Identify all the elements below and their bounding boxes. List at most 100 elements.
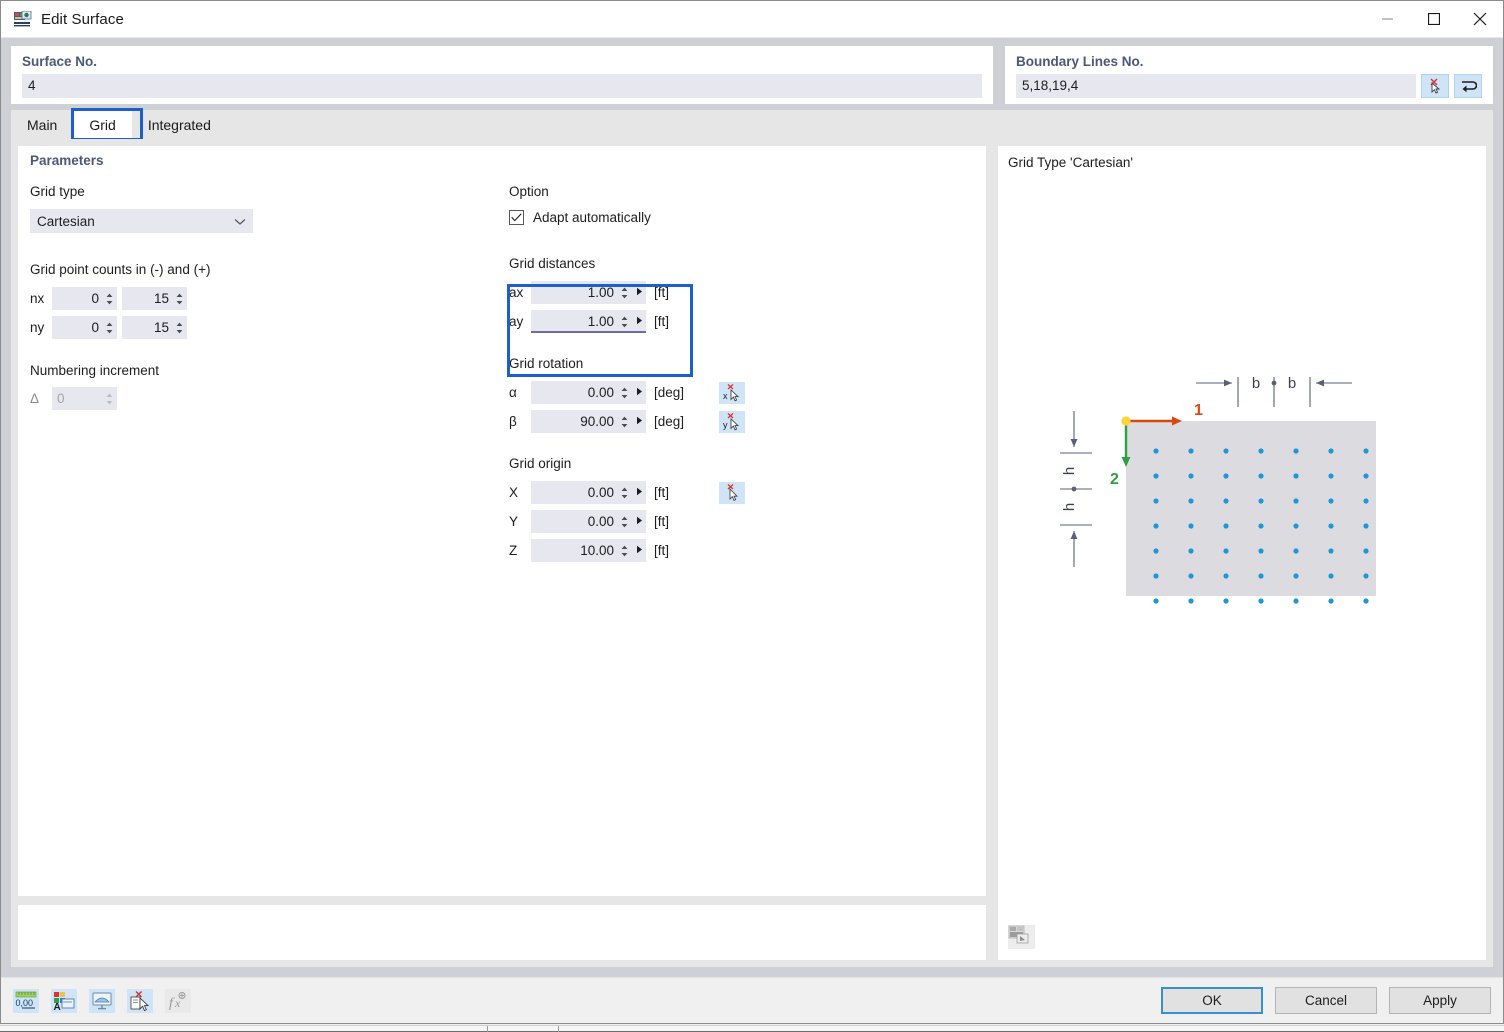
ay-input[interactable]: 1.00: [531, 310, 646, 333]
beta-unit: [deg]: [654, 414, 698, 429]
grid-rotation-row-beta: β 90.00: [509, 410, 809, 433]
alpha-label: α: [509, 385, 531, 400]
origin-x-value: 0.00: [531, 485, 619, 500]
nx-label: nx: [30, 291, 52, 306]
ok-button[interactable]: OK: [1161, 987, 1263, 1014]
ax-label: ax: [509, 285, 531, 300]
grid-type-label: Grid type: [30, 184, 300, 199]
expand-arrow-icon[interactable]: [632, 387, 646, 398]
pick-x-axis-icon[interactable]: x: [719, 382, 745, 404]
adapt-automatically-label: Adapt automatically: [533, 210, 651, 225]
maximize-icon[interactable]: [1411, 1, 1457, 38]
tab-grid[interactable]: Grid: [73, 110, 131, 139]
origin-z-input[interactable]: 10.00: [531, 539, 646, 562]
stepper-arrows-icon: [104, 388, 117, 409]
grid-type-select[interactable]: Cartesian: [30, 209, 253, 233]
ay-unit: [ft]: [654, 314, 669, 329]
alpha-value: 0.00: [531, 385, 619, 400]
adapt-automatically-checkbox[interactable]: [509, 210, 524, 225]
expand-arrow-icon[interactable]: [632, 416, 646, 427]
stepper-arrows-icon[interactable]: [619, 382, 632, 403]
pick-y-axis-icon[interactable]: y: [719, 411, 745, 433]
ax-input[interactable]: 1.00: [531, 281, 646, 304]
expand-arrow-icon[interactable]: [632, 516, 646, 527]
nx-minus-stepper[interactable]: 0: [52, 287, 117, 310]
stepper-arrows-icon[interactable]: [174, 288, 187, 309]
title-bar: Edit Surface: [1, 1, 1503, 38]
ny-minus-stepper[interactable]: 0: [52, 316, 117, 339]
pick-point-icon[interactable]: [719, 482, 745, 504]
pick-cursor-icon[interactable]: [1421, 74, 1449, 98]
h-label-bottom: h: [1061, 503, 1078, 511]
window-title: Edit Surface: [41, 11, 124, 28]
ny-plus-stepper[interactable]: 15: [122, 316, 187, 339]
origin-y-input[interactable]: 0.00: [531, 510, 646, 533]
tool-icon-group: 0,00 A: [13, 989, 191, 1013]
numbering-increment-stepper: 0: [52, 387, 117, 410]
apply-button[interactable]: Apply: [1389, 987, 1491, 1014]
numbering-increment-row: Δ 0: [30, 387, 300, 410]
tab-strip: Main Grid Integrated: [11, 110, 1493, 139]
origin-point: [1121, 416, 1130, 425]
units-icon[interactable]: 0,00: [13, 989, 39, 1013]
tab-integrated[interactable]: Integrated: [132, 110, 227, 139]
svg-text:0,00: 0,00: [16, 998, 34, 1008]
grid-distance-row-ax: ax 1.00: [509, 281, 809, 304]
surface-no-group: Surface No. 4: [11, 46, 993, 104]
adapt-automatically-row[interactable]: Adapt automatically: [509, 210, 809, 225]
svg-text:A: A: [54, 1002, 61, 1011]
render-view-icon[interactable]: [89, 989, 115, 1013]
h-label-top: h: [1061, 467, 1078, 475]
stepper-arrows-icon[interactable]: [619, 282, 632, 303]
display-properties-icon[interactable]: A: [51, 989, 77, 1013]
ay-label: ay: [509, 314, 531, 329]
dialog-bottom-bar: 0,00 A: [1, 977, 1503, 1023]
cancel-button[interactable]: Cancel: [1275, 987, 1377, 1014]
surface-no-input[interactable]: 4: [22, 74, 982, 98]
beta-input[interactable]: 90.00: [531, 410, 646, 433]
minimize-icon[interactable]: [1365, 1, 1411, 38]
stepper-arrows-icon[interactable]: [619, 311, 632, 332]
origin-y-label: Y: [509, 514, 531, 529]
stepper-arrows-icon[interactable]: [174, 317, 187, 338]
stepper-arrows-icon[interactable]: [619, 540, 632, 561]
stepper-arrows-icon[interactable]: [619, 482, 632, 503]
formula-icon: f x: [165, 989, 191, 1013]
ny-plus-value: 15: [122, 320, 174, 335]
delta-symbol-label: Δ: [30, 391, 52, 406]
expand-arrow-icon[interactable]: [632, 545, 646, 556]
tab-main[interactable]: Main: [11, 110, 73, 139]
close-icon[interactable]: [1457, 1, 1503, 38]
grid-rotation-row-alpha: α 0.00: [509, 381, 809, 404]
grid-distance-row-ay: ay 1.00: [509, 310, 809, 333]
stepper-arrows-icon[interactable]: [619, 511, 632, 532]
expand-arrow-icon[interactable]: [632, 487, 646, 498]
origin-y-value: 0.00: [531, 514, 619, 529]
image-thumbnail-icon[interactable]: [1008, 925, 1035, 949]
origin-x-unit: [ft]: [654, 485, 698, 500]
nx-plus-stepper[interactable]: 15: [122, 287, 187, 310]
axis1-label: 1: [1194, 402, 1203, 419]
b-label-left: b: [1252, 375, 1260, 392]
select-object-icon[interactable]: [127, 989, 153, 1013]
beta-label: β: [509, 414, 531, 429]
expand-arrow-icon[interactable]: [632, 316, 646, 327]
alpha-input[interactable]: 0.00: [531, 381, 646, 404]
expand-arrow-icon[interactable]: [632, 287, 646, 298]
surface-icon: [14, 11, 32, 27]
parameters-title: Parameters: [30, 153, 104, 168]
boundary-lines-input[interactable]: 5,18,19,4: [1016, 74, 1416, 98]
dialog-action-buttons: OK Cancel Apply: [1161, 987, 1491, 1014]
origin-y-unit: [ft]: [654, 514, 698, 529]
grid-origin-row-x: X 0.00: [509, 481, 809, 504]
origin-x-input[interactable]: 0.00: [531, 481, 646, 504]
numbering-increment-value: 0: [52, 391, 104, 406]
stepper-arrows-icon[interactable]: [104, 288, 117, 309]
option-title: Option: [509, 184, 809, 199]
surface-no-label: Surface No.: [22, 54, 982, 69]
stepper-arrows-icon[interactable]: [104, 317, 117, 338]
grid-distances-title: Grid distances: [509, 256, 809, 271]
axis2-label: 2: [1110, 471, 1119, 488]
reverse-arrow-icon[interactable]: [1454, 74, 1482, 98]
stepper-arrows-icon[interactable]: [619, 411, 632, 432]
